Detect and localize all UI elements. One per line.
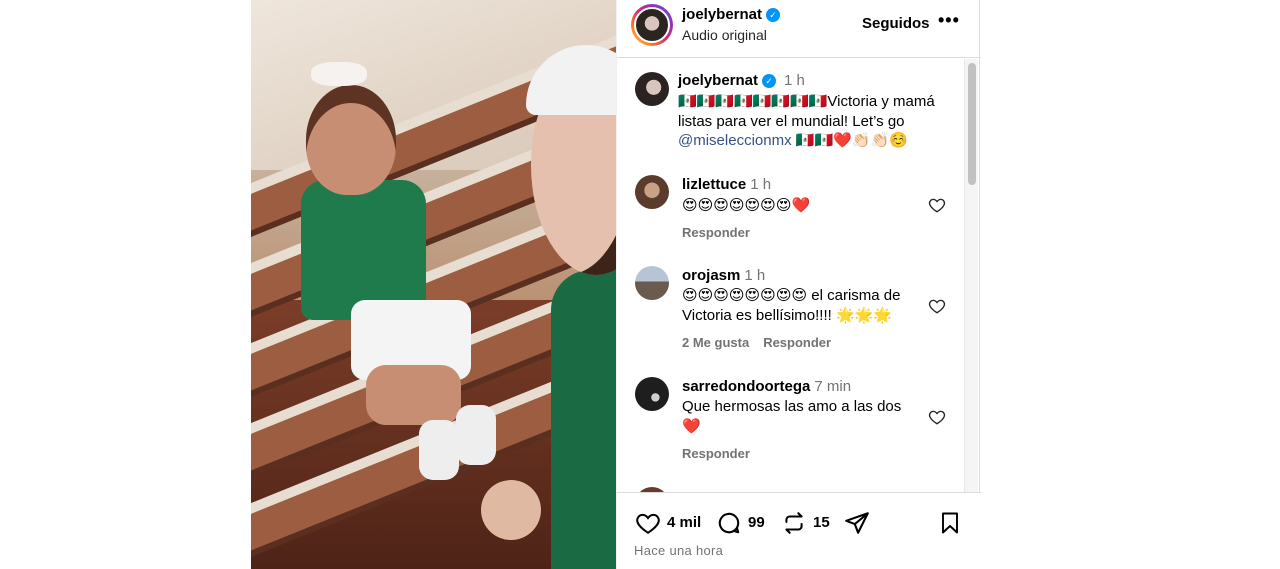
- comment-actions: Responder: [682, 446, 750, 461]
- verified-badge-icon: ✓: [762, 74, 777, 88]
- caption-text-line: listas para ver el mundial! Let’s go: [678, 112, 905, 130]
- media-child-legs: [366, 365, 461, 425]
- media-child-shoe: [456, 405, 496, 465]
- post-header: joelybernat ✓ Audio original Seguidos •••: [617, 0, 981, 58]
- comment-avatar[interactable]: [635, 377, 669, 411]
- comment-text: 😍😍😍😍😍😍😍😍 el carisma de Victoria es bellí…: [682, 287, 901, 324]
- comments-list[interactable]: joelybernat ✓ 1 h 🇲🇽🇲🇽🇲🇽🇲🇽🇲🇽🇲🇽🇲🇽🇲🇽Victoria…: [617, 59, 963, 492]
- comment-like-heart-icon[interactable]: [928, 297, 946, 315]
- heart-icon[interactable]: [635, 510, 661, 536]
- comment-header: orojasm 1 h: [682, 267, 765, 284]
- send-icon[interactable]: [844, 510, 870, 536]
- repost-count[interactable]: 15: [813, 514, 830, 531]
- comment-header: sarredondoortega 7 min: [682, 378, 851, 395]
- reply-button[interactable]: Responder: [682, 225, 750, 240]
- comment-like-heart-icon[interactable]: [928, 408, 946, 426]
- caption-text: 🇲🇽🇲🇽🇲🇽🇲🇽🇲🇽🇲🇽🇲🇽🇲🇽Victoria y mamá listas p…: [678, 92, 958, 151]
- comment-time: 7 min: [814, 378, 852, 395]
- comment-text: 😍😍😍😍😍😍😍❤️: [682, 197, 811, 214]
- comment-like-heart-icon[interactable]: [928, 196, 946, 214]
- author-username[interactable]: joelybernat: [682, 6, 762, 23]
- repost-icon[interactable]: [781, 510, 807, 536]
- caption-text-line: 🇲🇽🇲🇽🇲🇽🇲🇽🇲🇽🇲🇽🇲🇽🇲🇽Victoria y mamá: [678, 93, 935, 110]
- reply-button[interactable]: Responder: [682, 446, 750, 461]
- caption-username[interactable]: joelybernat: [678, 72, 758, 89]
- verified-badge-icon: ✓: [766, 8, 781, 22]
- post-timestamp[interactable]: Hace una hora: [634, 543, 723, 558]
- media-child-head: [306, 85, 396, 195]
- comment-actions: 2 Me gusta Responder: [682, 335, 831, 350]
- post-side-panel: joelybernat ✓ Audio original Seguidos •••…: [616, 0, 981, 569]
- comment-likes-count[interactable]: 2 Me gusta: [682, 335, 749, 350]
- like-count[interactable]: 4 mil: [667, 514, 701, 531]
- comment-username[interactable]: lizlettuce: [682, 176, 746, 193]
- following-button[interactable]: Seguidos: [862, 15, 930, 32]
- caption-header: joelybernat ✓ 1 h: [678, 72, 805, 89]
- caption-text-line: @miseleccionmx 🇲🇽🇲🇽❤️👏🏻👏🏻☺️: [678, 131, 958, 151]
- comment-count[interactable]: 99: [748, 514, 765, 531]
- audio-link[interactable]: Audio original: [682, 27, 767, 43]
- comment-avatar[interactable]: [635, 175, 669, 209]
- author-avatar-story-ring[interactable]: [631, 4, 673, 46]
- media-mom-body: [551, 270, 616, 569]
- media-mom-hand: [481, 480, 541, 540]
- media-child-shirt: [301, 180, 426, 320]
- post-dialog: joelybernat ✓ Audio original Seguidos •••…: [0, 0, 1280, 569]
- more-options-icon[interactable]: •••: [938, 10, 960, 31]
- author-avatar: [634, 7, 670, 43]
- caption-author-avatar[interactable]: [635, 72, 669, 106]
- mention-link[interactable]: @miseleccionmx: [678, 132, 792, 149]
- comment-header: lizlettuce 1 h: [682, 176, 771, 193]
- comment-actions: Responder: [682, 225, 750, 240]
- comment-username[interactable]: sarredondoortega: [682, 378, 810, 395]
- media-child-bow: [311, 62, 367, 86]
- author-username-row: joelybernat ✓: [682, 6, 781, 23]
- comment-time: 1 h: [744, 267, 766, 284]
- reply-button[interactable]: Responder: [763, 335, 831, 350]
- comment-time: 1 h: [750, 176, 772, 193]
- post-action-bar: 4 mil 99 15 Hace una hora: [617, 492, 981, 569]
- comment-text: Que hermosas las amo a las dos ❤️: [682, 398, 902, 435]
- comment-icon[interactable]: [716, 510, 742, 536]
- comments-scrollbar[interactable]: [964, 59, 978, 492]
- post-media-video[interactable]: [251, 0, 616, 569]
- media-child-shoe: [419, 420, 459, 480]
- comment-avatar[interactable]: [635, 266, 669, 300]
- comment-username[interactable]: orojasm: [682, 267, 740, 284]
- comments-scrollbar-thumb[interactable]: [968, 63, 976, 185]
- caption-time: 1 h: [784, 72, 805, 89]
- caption-text-tail: 🇲🇽🇲🇽❤️👏🏻👏🏻☺️: [791, 132, 908, 149]
- bookmark-icon[interactable]: [938, 510, 962, 536]
